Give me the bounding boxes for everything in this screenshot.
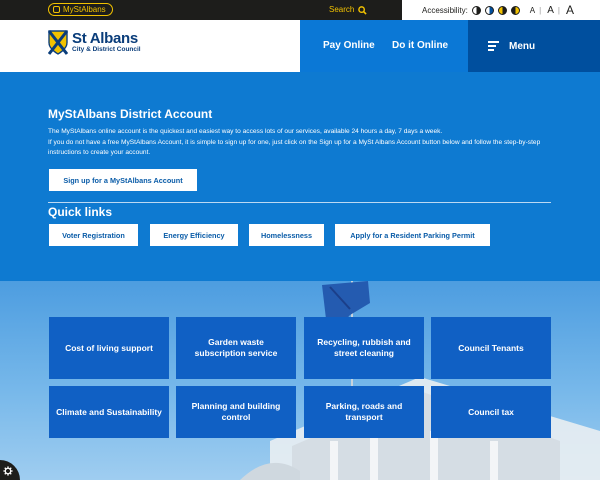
signup-account-button[interactable]: Sign up for a MyStAlbans Account	[49, 169, 197, 191]
tile-planning-building-control[interactable]: Planning and building control	[176, 386, 296, 438]
search-icon	[358, 5, 368, 15]
accessibility-bar: Accessibility: A | A | A	[402, 0, 600, 20]
search-label: Search	[329, 5, 355, 14]
account-icon	[53, 6, 60, 13]
logo-subtitle: City & District Council	[72, 46, 141, 54]
quick-link-energy-efficiency[interactable]: Energy Efficiency	[150, 224, 238, 246]
tile-cost-of-living[interactable]: Cost of living support	[49, 317, 169, 379]
hamburger-icon	[488, 39, 499, 53]
mystalbans-account-link[interactable]: MyStAlbans	[48, 3, 113, 16]
account-paragraph-2: If you do not have a free MyStAlbans Acc…	[48, 138, 541, 157]
nav-do-it-online[interactable]: Do it Online	[392, 40, 448, 51]
accessibility-label: Accessibility:	[422, 5, 468, 15]
quick-link-voter-registration[interactable]: Voter Registration	[49, 224, 138, 246]
hero-illustration	[240, 281, 600, 480]
quick-links-title: Quick links	[48, 205, 113, 219]
account-panel: MyStAlbans District Account The MyStAlba…	[0, 72, 600, 281]
text-size-small[interactable]: A	[530, 6, 535, 15]
account-title: MyStAlbans District Account	[48, 107, 213, 121]
logo-name: St Albans	[72, 30, 138, 48]
tile-recycling-rubbish[interactable]: Recycling, rubbish and street cleaning	[304, 317, 424, 379]
menu-label: Menu	[509, 40, 536, 52]
contrast-blue-swatch[interactable]	[484, 5, 494, 15]
tile-parking-roads-transport[interactable]: Parking, roads and transport	[304, 386, 424, 438]
council-logo[interactable]: St Albans City & District Council	[48, 30, 141, 55]
text-size-large[interactable]: A	[566, 3, 574, 17]
menu-button[interactable]: Menu	[468, 20, 600, 72]
contrast-dark-swatch[interactable]	[510, 5, 520, 15]
quick-link-homelessness[interactable]: Homelessness	[249, 224, 324, 246]
tile-garden-waste[interactable]: Garden waste subscription service	[176, 317, 296, 379]
quick-link-resident-parking-permit[interactable]: Apply for a Resident Parking Permit	[335, 224, 490, 246]
tile-council-tenants[interactable]: Council Tenants	[431, 317, 551, 379]
gear-icon	[3, 466, 13, 476]
nav-pay-online[interactable]: Pay Online	[323, 40, 375, 51]
search-link[interactable]: Search	[329, 4, 368, 16]
utility-bar: MyStAlbans Search Accessibility: A | A |…	[0, 0, 600, 20]
mystalbans-account-label: MyStAlbans	[63, 5, 106, 14]
logo-area: St Albans City & District Council	[0, 20, 300, 72]
account-description: The MyStAlbans online account is the qui…	[48, 127, 548, 159]
section-divider	[48, 202, 551, 203]
contrast-yellow-swatch[interactable]	[497, 5, 507, 15]
account-paragraph-1: The MyStAlbans online account is the qui…	[48, 128, 443, 135]
hero-background-image	[0, 281, 600, 480]
tile-council-tax[interactable]: Council tax	[431, 386, 551, 438]
tile-climate-sustainability[interactable]: Climate and Sustainability	[49, 386, 169, 438]
text-size-medium[interactable]: A	[547, 5, 554, 16]
contrast-default-swatch[interactable]	[471, 5, 481, 15]
council-shield-icon	[48, 30, 68, 55]
